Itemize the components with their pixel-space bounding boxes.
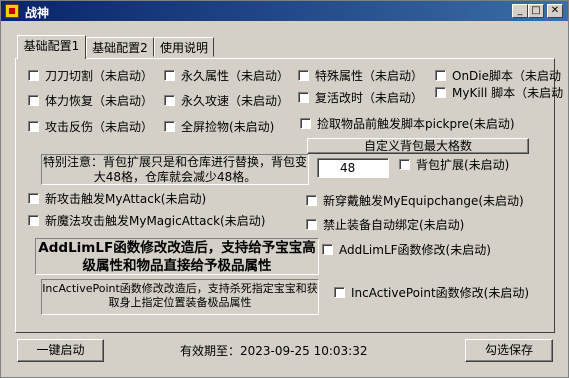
addlimlf-note: AddLimLF函数修改改造后，支持给予宝宝高级属性和物品直接给予极品属性 xyxy=(35,238,319,275)
bag-size-input[interactable]: 48 xyxy=(317,158,389,178)
checkbox-label: 背包扩展(未启动) xyxy=(416,158,510,172)
checkbox-label: IncActivePoint函数修改(未启动) xyxy=(351,286,530,300)
tab-basic-config-1[interactable]: 基础配置1 xyxy=(17,35,86,59)
checkbox-label: 新攻击触发MyAttack(未启动) xyxy=(45,192,207,206)
window-title: 战神 xyxy=(25,6,50,20)
checkbox-label: AddLimLF函数修改(未启动) xyxy=(339,243,491,257)
title-bar: 战神 _ □ ✕ xyxy=(1,1,568,21)
expiry-datetime: 2023-09-25 10:03:32 xyxy=(240,344,368,358)
close-button[interactable]: ✕ xyxy=(547,4,563,18)
app-icon xyxy=(5,4,19,18)
checkbox-label: 攻击反伤（未启动） xyxy=(45,120,154,134)
bag-expand-note: 特别注意：背包扩展只是和仓库进行替换，背包变大48格，仓库就会减少48格。 xyxy=(41,154,309,185)
checkbox-label: 复活改时（未启动） xyxy=(315,91,424,105)
checkbox-label: 永久属性（未启动） xyxy=(181,69,290,83)
tab-basic-config-2[interactable]: 基础配置2 xyxy=(86,37,154,57)
custom-bag-size-button[interactable]: 自定义背包最大格数 xyxy=(307,138,529,154)
incactivepoint-note: IncActivePoint函数修改改造后，支持杀死指定宝宝和获取身上指定位置装… xyxy=(41,279,319,315)
checkbox-label: 体力恢复（未启动） xyxy=(45,94,154,108)
main-window: 战神 _ □ ✕ 基础配置1 基础配置2 使用说明 刀刀切割（未启动） 永久属性… xyxy=(0,0,569,378)
checkbox-label: 特殊属性（未启动） xyxy=(315,69,424,83)
checkbox-label: 新穿戴触发MyEquipchange(未启动) xyxy=(323,194,524,208)
checkbox-label: 全屏捡物(未启动) xyxy=(181,120,275,134)
tab-instructions[interactable]: 使用说明 xyxy=(154,37,214,57)
one-click-start-button[interactable]: 一键启动 xyxy=(17,339,104,362)
checkbox-label: MyKill 脚本（未启动 xyxy=(452,86,564,100)
minimize-button[interactable]: _ xyxy=(512,4,528,18)
checkbox-label: 刀刀切割（未启动） xyxy=(45,69,154,83)
expiry-status: 有效期至：2023-09-25 10:03:32 xyxy=(180,342,367,359)
checkbox-label: 禁止装备自动绑定(未启动) xyxy=(323,218,465,232)
expiry-label: 有效期至： xyxy=(180,344,241,358)
checkbox-label: 永久攻速（未启动） xyxy=(181,94,290,108)
maximize-button[interactable]: □ xyxy=(528,4,544,18)
checkbox-label: 捡取物品前触发脚本pickpre(未启动) xyxy=(317,117,515,131)
checkbox-label: OnDie脚本（未启动 xyxy=(452,69,562,83)
save-selection-button[interactable]: 勾选保存 xyxy=(465,339,553,362)
checkbox-label: 新魔法攻击触发MyMagicAttack(未启动) xyxy=(45,214,266,228)
